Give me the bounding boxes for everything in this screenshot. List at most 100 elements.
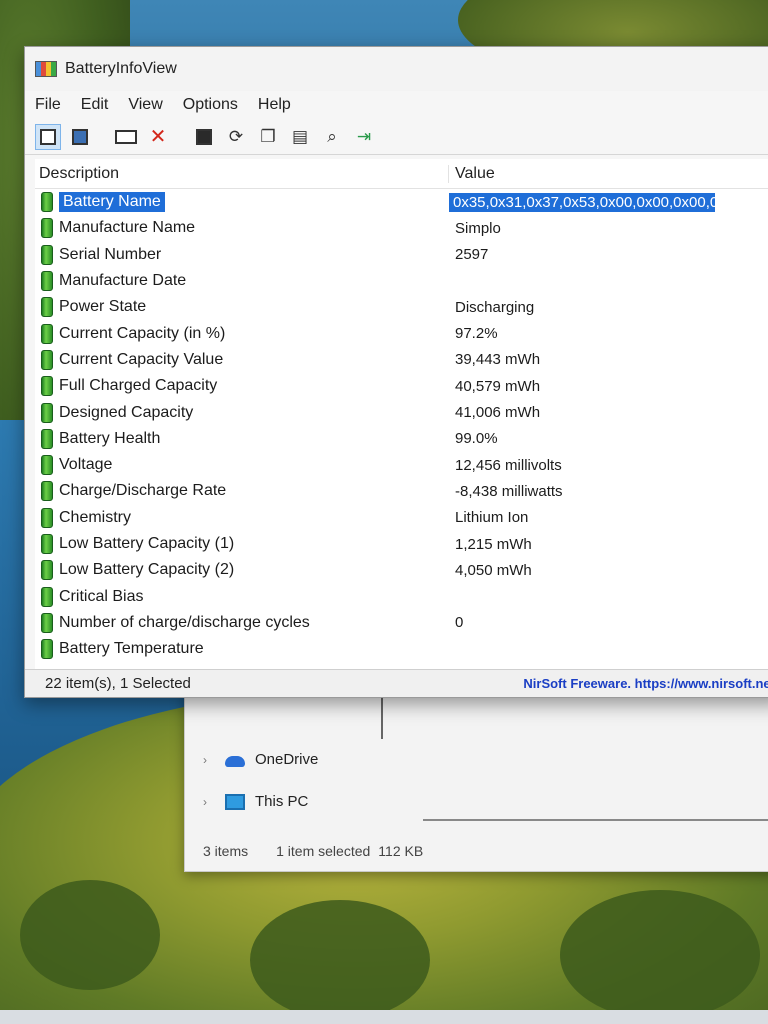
nav-item-label: This PC bbox=[255, 793, 309, 810]
battery-icon bbox=[41, 428, 53, 449]
properties-icon[interactable] bbox=[35, 123, 61, 150]
table-row[interactable]: Low Battery Capacity (2) 4,050 mWh bbox=[35, 557, 768, 583]
nav-item-this-pc[interactable]: › This PC bbox=[203, 793, 308, 810]
table-row[interactable]: Serial Number 2597 bbox=[35, 242, 768, 268]
battery-icon bbox=[41, 534, 53, 554]
row-description: Serial Number bbox=[59, 245, 162, 263]
file-explorer-window[interactable]: › OneDrive › This PC 3 items 1 item sele… bbox=[184, 690, 768, 872]
horizontal-scrollbar[interactable] bbox=[423, 819, 768, 821]
row-description: Voltage bbox=[59, 456, 113, 474]
description-cell: Low Battery Capacity (2) bbox=[35, 560, 449, 581]
battery-app-icon bbox=[35, 61, 57, 77]
description-cell: Designed Capacity bbox=[35, 402, 449, 423]
table-row[interactable]: Number of charge/discharge cycles 0 bbox=[35, 610, 768, 636]
column-header-value[interactable]: Value bbox=[449, 165, 495, 183]
row-description: Critical Bias bbox=[59, 587, 144, 605]
table-row[interactable]: Designed Capacity 41,006 mWh bbox=[35, 399, 768, 425]
description-cell: Battery Health bbox=[35, 428, 449, 449]
table-row[interactable]: Current Capacity Value 39,443 mWh bbox=[35, 347, 768, 373]
table-row[interactable]: Manufacture Date bbox=[35, 268, 768, 294]
table-row[interactable]: Battery Health 99.0% bbox=[35, 426, 768, 452]
row-description: Battery Name bbox=[59, 192, 165, 213]
row-description: Manufacture Date bbox=[59, 272, 187, 290]
row-description: Battery Temperature bbox=[59, 640, 204, 658]
battery-icon bbox=[41, 192, 53, 213]
row-value: 41,006 mWh bbox=[455, 404, 541, 422]
delete-icon[interactable]: ✕ bbox=[145, 124, 171, 150]
list-rows: Battery Name 0x35,0x31,0x37,0x53,0x00,0x0… bbox=[35, 189, 768, 662]
table-row[interactable]: Low Battery Capacity (1) 1,215 mWh bbox=[35, 531, 768, 557]
table-row[interactable]: Manufacture Name Simplo bbox=[35, 215, 768, 241]
battery-icon bbox=[41, 481, 53, 502]
window-title: BatteryInfoView bbox=[65, 60, 177, 77]
row-value: 12,456 millivolts bbox=[455, 456, 562, 474]
row-value: 97.2% bbox=[455, 325, 498, 343]
table-row[interactable]: Voltage 12,456 millivolts bbox=[35, 452, 768, 478]
row-description: Number of charge/discharge cycles bbox=[59, 613, 310, 631]
nav-item-onedrive[interactable]: › OneDrive bbox=[203, 751, 318, 768]
row-description: Manufacture Name bbox=[59, 219, 196, 237]
menu-options[interactable]: Options bbox=[183, 96, 238, 114]
options-icon[interactable] bbox=[113, 124, 139, 150]
description-cell: Current Capacity (in %) bbox=[35, 323, 449, 344]
chevron-right-icon[interactable]: › bbox=[203, 753, 215, 767]
selection-status: 1 item selected bbox=[276, 843, 371, 859]
menu-file[interactable]: File bbox=[35, 96, 61, 114]
save-icon[interactable] bbox=[191, 124, 217, 150]
row-description: Current Capacity Value bbox=[59, 350, 224, 368]
html-report-icon[interactable] bbox=[67, 124, 93, 150]
description-cell: Manufacture Name bbox=[35, 218, 449, 239]
selection-size: 112 KB bbox=[378, 843, 424, 859]
row-description: Low Battery Capacity (2) bbox=[59, 561, 235, 579]
exit-icon[interactable]: ⇥ bbox=[351, 124, 377, 150]
nav-item-label: OneDrive bbox=[255, 751, 319, 768]
row-description: Designed Capacity bbox=[59, 403, 194, 421]
refresh-icon[interactable]: ⟳ bbox=[223, 124, 249, 150]
table-row[interactable]: Current Capacity (in %) 97.2% bbox=[35, 320, 768, 346]
table-row[interactable]: Power State Discharging bbox=[35, 294, 768, 320]
menu-help[interactable]: Help bbox=[258, 96, 291, 114]
find-icon[interactable]: ⌕ bbox=[319, 124, 345, 150]
battery-icon bbox=[41, 297, 53, 318]
copy-icon[interactable]: ❐ bbox=[255, 124, 281, 150]
item-count: 3 items bbox=[203, 843, 249, 859]
row-value: 4,050 mWh bbox=[455, 561, 532, 579]
battery-info-list[interactable]: Description Value Battery Name 0x35,0x31,… bbox=[35, 159, 768, 671]
description-cell: Serial Number bbox=[35, 244, 449, 265]
row-description: Current Capacity (in %) bbox=[59, 324, 226, 342]
nirsoft-link[interactable]: NirSoft Freeware. https://www.nirsoft.ne… bbox=[523, 676, 768, 691]
table-row[interactable]: Chemistry Lithium Ion bbox=[35, 505, 768, 531]
table-row[interactable]: Critical Bias bbox=[35, 583, 768, 609]
description-cell: Chemistry bbox=[35, 507, 449, 528]
row-value: 40,579 mWh bbox=[455, 377, 541, 395]
status-item-count: 22 item(s), 1 Selected bbox=[45, 675, 191, 692]
battery-icon bbox=[41, 402, 53, 423]
row-value: Lithium Ion bbox=[455, 509, 529, 527]
battery-icon bbox=[41, 507, 53, 528]
properties-dialog-icon[interactable]: ▤ bbox=[287, 124, 313, 150]
chevron-right-icon[interactable]: › bbox=[203, 795, 215, 809]
description-cell: Battery Temperature bbox=[35, 639, 449, 660]
battery-icon bbox=[41, 349, 53, 370]
table-row[interactable]: Full Charged Capacity 40,579 mWh bbox=[35, 373, 768, 399]
menu-bar: File Edit View Options Help bbox=[25, 91, 768, 119]
taskbar bbox=[0, 1010, 768, 1024]
description-cell: Number of charge/discharge cycles bbox=[35, 612, 449, 633]
table-row[interactable]: Battery Temperature bbox=[35, 636, 768, 662]
row-description: Power State bbox=[59, 298, 147, 316]
column-header-description[interactable]: Description bbox=[35, 164, 449, 183]
row-value: 99.0% bbox=[455, 430, 498, 448]
battery-icon bbox=[41, 218, 53, 239]
explorer-status-bar: 3 items 1 item selected 112 KB bbox=[203, 843, 423, 859]
title-bar[interactable]: BatteryInfoView bbox=[25, 47, 768, 91]
toolbar: ✕ ⟳ ❐ ▤ ⌕ ⇥ bbox=[25, 119, 768, 155]
menu-view[interactable]: View bbox=[128, 96, 162, 114]
menu-edit[interactable]: Edit bbox=[81, 96, 109, 114]
battery-icon bbox=[41, 323, 53, 344]
table-row[interactable]: Charge/Discharge Rate -8,438 milliwatts bbox=[35, 478, 768, 504]
battery-icon bbox=[41, 639, 53, 660]
battery-icon bbox=[41, 271, 53, 292]
table-row[interactable]: Battery Name 0x35,0x31,0x37,0x53,0x00,0x0… bbox=[35, 189, 768, 215]
row-value: Simplo bbox=[455, 219, 501, 237]
batteryinfoview-window[interactable]: BatteryInfoView File Edit View Options H… bbox=[24, 46, 768, 698]
